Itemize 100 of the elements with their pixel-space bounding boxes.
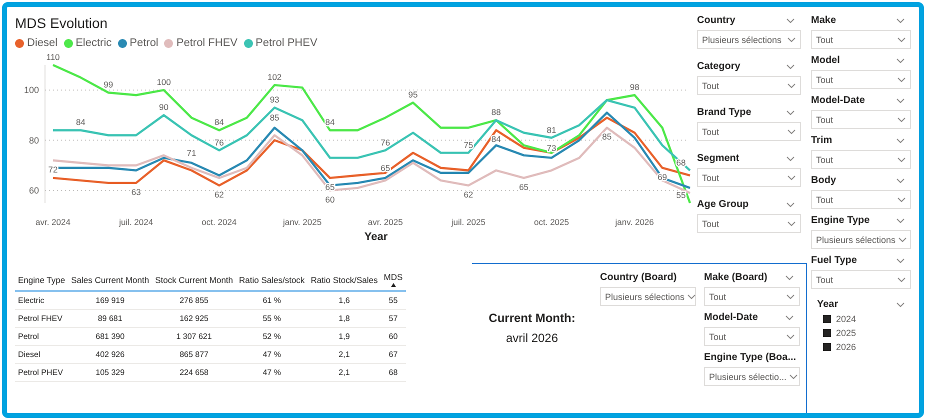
data-label: 100	[156, 77, 171, 88]
filter-dropdown[interactable]: Tout	[697, 76, 801, 95]
data-label: 84	[325, 117, 335, 128]
table-cell: 68	[380, 364, 406, 382]
chevron-icon	[788, 374, 798, 380]
table-cell: 1 307 621	[152, 328, 236, 346]
filter-dropdown[interactable]: Plusieurs sélections	[697, 30, 801, 49]
table-cell: 865 877	[152, 346, 236, 364]
legend-label: Petrol PHEV	[256, 37, 318, 49]
filter-dropdown[interactable]: Plusieurs sélectio...	[704, 367, 800, 386]
table-cell: Petrol PHEV	[15, 364, 68, 382]
x-tick-label: avr. 2024	[36, 217, 70, 227]
legend-label: Petrol	[130, 37, 158, 49]
data-label: 84	[214, 117, 224, 128]
column-header[interactable]: Engine Type	[15, 269, 68, 291]
data-label: 98	[630, 82, 640, 92]
data-label: 65	[519, 182, 529, 192]
chevron-icon	[897, 196, 906, 202]
data-label: 60	[325, 194, 335, 204]
data-label: 55	[676, 190, 686, 200]
table-cell: 402 926	[68, 346, 152, 364]
filter-dropdown[interactable]: Tout	[697, 214, 801, 233]
filter-dropdown[interactable]: Plusieurs sélections	[600, 287, 696, 306]
x-tick-label: juil. 2024	[119, 217, 154, 227]
data-label: 73	[546, 142, 556, 153]
table-cell: 61 %	[236, 291, 308, 310]
year-option[interactable]: 2025	[836, 328, 856, 338]
filter-dropdown[interactable]: Tout	[811, 30, 911, 49]
table-cell: 55 %	[236, 310, 308, 328]
column-header[interactable]: MDS	[380, 269, 406, 291]
filter-label: Model-Date	[704, 312, 758, 323]
table-cell: Electric	[15, 291, 68, 310]
filter-dropdown[interactable]: Tout	[704, 327, 800, 346]
data-label: 88	[491, 107, 501, 118]
chevron-icon	[787, 128, 796, 134]
data-label: 71	[186, 148, 196, 158]
chevron-icon	[897, 36, 906, 42]
table-cell: 1,9	[308, 328, 381, 346]
filter-dropdown[interactable]: Plusieurs sélections	[811, 230, 911, 249]
column-header[interactable]: Ratio Sales/stock	[236, 269, 308, 291]
table-cell: 2,1	[308, 346, 381, 364]
filter-dropdown[interactable]: Tout	[811, 150, 911, 169]
chevron-icon	[787, 82, 796, 88]
table-cell: 105 329	[68, 364, 152, 382]
legend-label: Diesel	[27, 37, 58, 49]
filter-dropdown[interactable]: Tout	[811, 270, 911, 289]
data-label: 85	[270, 112, 280, 123]
table-cell: 47 %	[236, 364, 308, 382]
y-tick-label: 100	[24, 85, 39, 96]
filter-label: Body	[811, 175, 836, 186]
filter-dropdown[interactable]: Tout	[697, 168, 801, 187]
filter-label: Age Group	[697, 199, 749, 210]
table-cell: 169 919	[68, 291, 152, 310]
filter-label: Model	[811, 55, 840, 66]
chevron-icon	[897, 276, 906, 282]
table-cell: 55	[380, 291, 406, 310]
checkbox[interactable]	[823, 343, 831, 351]
chevron-icon	[786, 334, 795, 340]
x-tick-label: janv. 2026	[615, 217, 654, 227]
data-label: 84	[491, 134, 501, 144]
table-cell: Diesel	[15, 346, 68, 364]
filter-label: Country (Board)	[600, 272, 677, 283]
x-tick-label: janv. 2025	[282, 217, 322, 227]
year-option[interactable]: 2026	[836, 342, 856, 352]
column-header[interactable]: Ratio Stock/Sales	[308, 269, 381, 291]
checkbox[interactable]	[823, 329, 831, 337]
filter-label: Country	[697, 15, 736, 26]
filter-label: Make	[811, 15, 836, 26]
column-header[interactable]: Stock Current Month	[152, 269, 236, 291]
data-label: 62	[214, 189, 224, 200]
column-header[interactable]: Sales Current Month	[68, 269, 152, 291]
chevron-icon	[787, 174, 796, 180]
table-cell: 162 925	[152, 310, 236, 328]
filter-label: Make (Board)	[704, 272, 768, 283]
data-label: 81	[546, 124, 556, 135]
table-cell: 681 390	[68, 328, 152, 346]
data-label: 93	[270, 94, 280, 105]
filter-dropdown[interactable]: Tout	[811, 70, 911, 89]
y-tick-label: 60	[28, 185, 39, 196]
data-label: 95	[408, 90, 418, 100]
filter-label: Category	[697, 61, 740, 72]
checkbox[interactable]	[823, 315, 831, 323]
chevron-icon	[686, 294, 696, 300]
x-tick-label: oct. 2024	[202, 217, 237, 227]
x-tick-label: avr. 2025	[368, 217, 403, 227]
data-label: 65	[380, 162, 390, 173]
year-option[interactable]: 2024	[836, 314, 856, 324]
filter-dropdown[interactable]: Tout	[697, 122, 801, 141]
filter-dropdown[interactable]: Tout	[704, 287, 800, 306]
y-tick-label: 80	[28, 135, 39, 146]
data-label: 72	[48, 164, 58, 174]
legend-label: Electric	[76, 37, 112, 49]
table-cell: Petrol FHEV	[15, 310, 68, 328]
chevron-icon	[898, 236, 907, 242]
filter-dropdown[interactable]: Tout	[811, 110, 911, 129]
filter-dropdown[interactable]: Tout	[811, 190, 911, 209]
data-label: 85	[602, 132, 612, 142]
table-cell: 2,1	[308, 364, 381, 382]
data-label: 84	[76, 117, 86, 128]
data-label: 102	[267, 72, 282, 82]
